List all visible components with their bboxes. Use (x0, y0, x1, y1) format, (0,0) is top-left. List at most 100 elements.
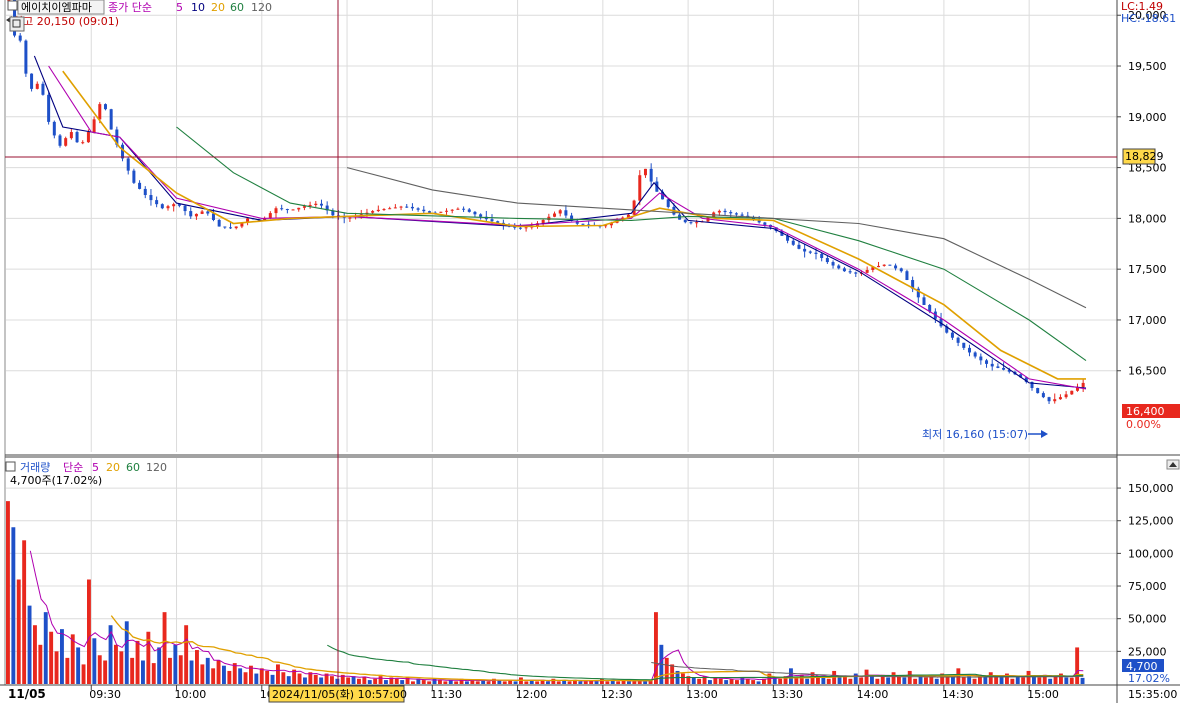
price-tick-label: 16,500 (1128, 365, 1167, 378)
volume-bar (848, 678, 853, 684)
volume-bar (11, 527, 16, 684)
volume-bar (6, 501, 10, 684)
volume-bar (141, 660, 145, 684)
ma-period-60: 60 (230, 1, 244, 14)
volume-bar (697, 678, 702, 684)
candle-body (848, 271, 852, 273)
volume-bar (535, 681, 540, 684)
current-volume-pct: 17.02% (1128, 672, 1170, 685)
volume-bar (718, 678, 723, 684)
crosshair-price-value: 18,829 (1125, 150, 1164, 163)
volume-bar (276, 664, 280, 684)
price-tick-label: 19,000 (1128, 111, 1167, 124)
volume-bar (864, 669, 869, 684)
candle-body (479, 214, 483, 217)
volume-bar (875, 678, 880, 684)
candle (1070, 390, 1074, 395)
candle-body (581, 223, 585, 225)
volume-bar (1026, 670, 1031, 684)
candle-body (854, 272, 858, 274)
pane-settings-icon[interactable] (7, 0, 18, 11)
volume-bar (195, 650, 199, 684)
candle-body (47, 94, 51, 122)
candle-body (1041, 393, 1045, 398)
volume-bar (627, 681, 631, 684)
candle-body (126, 158, 130, 171)
restore-icon[interactable] (9, 16, 25, 32)
candle-body (717, 210, 721, 213)
candle-body (865, 269, 869, 273)
volume-bar (421, 680, 426, 684)
volume-bar (362, 677, 367, 684)
candle-body (189, 211, 193, 217)
candle-body (217, 220, 221, 227)
volume-bar (691, 677, 696, 684)
candle-body (1081, 382, 1085, 387)
volume-bar (259, 668, 264, 684)
candle-body (302, 206, 306, 208)
volume-tick-label: 75,000 (1128, 580, 1167, 593)
volume-bar (384, 680, 388, 684)
candle-body (638, 175, 642, 201)
volume-bar (826, 678, 831, 684)
volume-bar (168, 657, 172, 684)
candle-body (285, 209, 289, 211)
volume-bar (335, 678, 340, 684)
volume-settings-icon[interactable] (5, 461, 16, 472)
candle-body (842, 268, 846, 272)
candle-body (280, 208, 284, 210)
candle-body (723, 210, 727, 213)
candle-body (967, 347, 971, 353)
volume-bar (130, 657, 135, 684)
current-price-value: 16,400 (1126, 405, 1165, 418)
candle-body (132, 170, 136, 183)
candle-body (41, 83, 45, 95)
volume-bar (1080, 677, 1085, 684)
candle-body (75, 132, 79, 143)
volume-bar (837, 677, 842, 684)
candle-body (979, 356, 983, 361)
candle-body (825, 257, 829, 263)
stock-chart-window: 16,500 17,000 17,500 18,000 18,500 19,000 19,5… (0, 0, 1180, 703)
candle-body (410, 206, 414, 209)
candle (888, 264, 892, 266)
candle-body (439, 211, 443, 213)
volume-bar (330, 676, 334, 684)
volume-bar (902, 677, 907, 684)
volume-bar (870, 676, 874, 684)
volume-bar (583, 681, 588, 684)
ma-period-20: 20 (211, 1, 225, 14)
candle-body (64, 138, 68, 146)
volume-bar (211, 668, 216, 684)
stock-name: 에이치이엠파마 (21, 1, 92, 14)
volume-bar (643, 681, 648, 684)
candle-body (553, 213, 557, 217)
volume-bar (729, 678, 734, 684)
volume-bar (119, 651, 124, 684)
candle-body (564, 210, 568, 216)
candle-body (695, 222, 699, 224)
candle-body (763, 222, 767, 225)
time-tick-label: 14:30 (942, 688, 974, 701)
candle-body (35, 83, 39, 89)
candle-body (689, 222, 693, 224)
current-price-change: 0.00% (1126, 418, 1161, 431)
candle-body (1064, 394, 1068, 398)
candle-body (109, 109, 113, 130)
volume-bar (999, 677, 1004, 684)
candle-body (888, 264, 892, 266)
volume-bar (664, 657, 669, 684)
candle-body (905, 271, 909, 281)
volume-bar (411, 681, 415, 684)
candle-body (643, 168, 647, 176)
volume-tick-label: 125,000 (1128, 515, 1174, 528)
candle (1036, 387, 1040, 394)
time-tick-label: 14:00 (857, 688, 889, 701)
volume-bar (983, 677, 988, 684)
chart-canvas[interactable]: 16,50017,00017,50018,00018,50019,00019,5… (0, 0, 1180, 703)
volume-bar (200, 664, 205, 684)
collapse-pane-icon[interactable] (1166, 459, 1180, 470)
time-tick-label: 13:00 (686, 688, 718, 701)
candle-body (183, 205, 187, 212)
volume-bar (681, 673, 685, 684)
